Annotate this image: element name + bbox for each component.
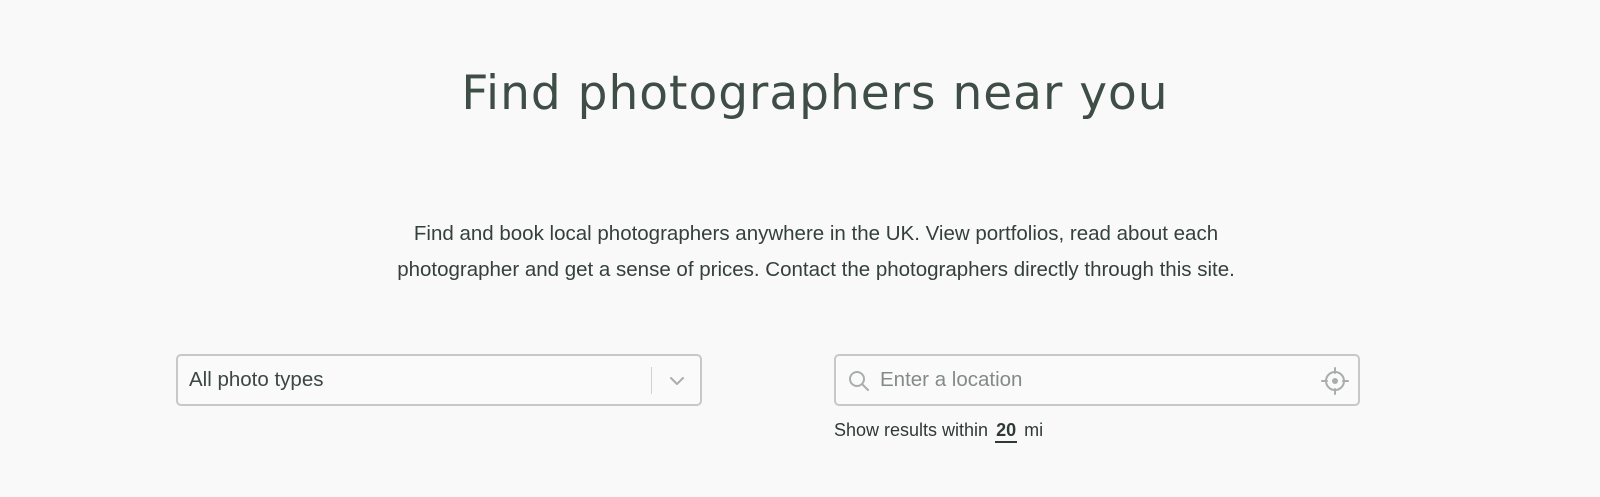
intro-text: Find and book local photographers anywhe… <box>320 216 1312 288</box>
intro-line-1: Find and book local photographers anywhe… <box>413 222 1219 245</box>
radius-unit: mi <box>1024 420 1044 440</box>
chevron-down-icon[interactable] <box>667 371 687 391</box>
radius-prefix: Show results within <box>834 420 989 440</box>
crosshair-locate-icon[interactable] <box>1321 367 1349 395</box>
photo-type-selected-value: All photo types <box>189 368 324 391</box>
location-field[interactable] <box>834 354 1360 406</box>
photo-type-select[interactable]: All photo types <box>176 354 702 406</box>
page-title: Find photographers near you <box>461 66 1169 121</box>
radius-control: Show results within 20 mi <box>834 416 1043 444</box>
radius-value[interactable]: 20 <box>995 419 1018 443</box>
intro-line-2: photographer and get a sense of prices. … <box>397 258 1235 281</box>
select-separator <box>651 367 652 394</box>
location-input[interactable] <box>880 356 1300 404</box>
search-icon <box>847 369 871 393</box>
